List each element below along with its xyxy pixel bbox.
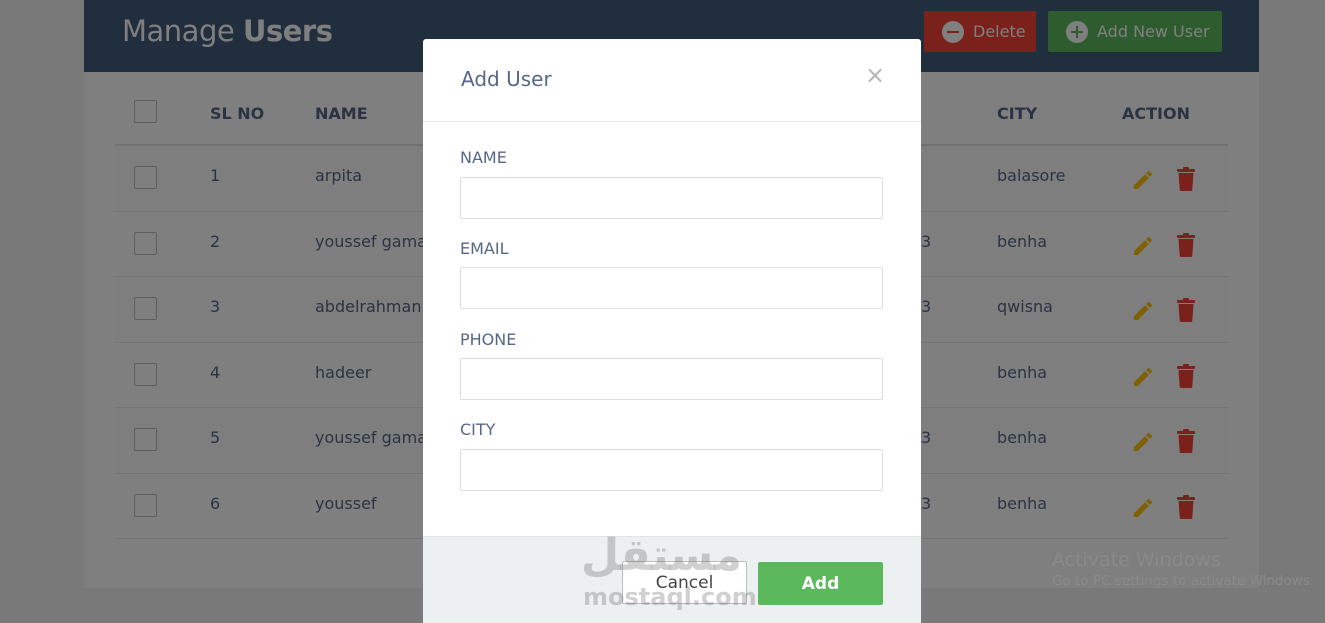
email-label: EMAIL (460, 239, 509, 258)
modal-header: Add User × (423, 39, 921, 122)
mostaql-watermark-url: mostaql.com (583, 583, 757, 611)
phone-input[interactable] (460, 358, 883, 400)
phone-label: PHONE (460, 330, 517, 349)
add-button[interactable]: Add (758, 562, 883, 605)
name-label: NAME (460, 148, 507, 167)
activate-windows-subtitle: Go to PC settings to activate Windows. (1052, 573, 1315, 589)
city-label: CITY (460, 420, 496, 439)
modal-title: Add User (461, 67, 552, 91)
email-input[interactable] (460, 267, 883, 309)
city-input[interactable] (460, 449, 883, 491)
activate-windows-title: Activate Windows (1052, 549, 1221, 571)
mostaql-watermark-logo: مستقل (581, 530, 742, 581)
close-icon[interactable]: × (865, 63, 885, 87)
name-input[interactable] (460, 177, 883, 219)
